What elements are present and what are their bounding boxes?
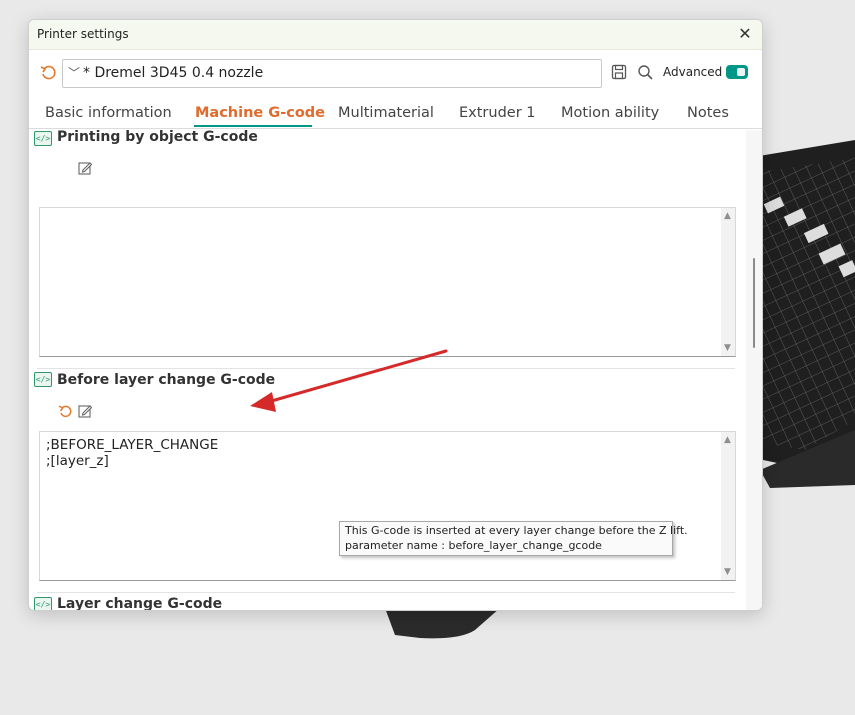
scrollbar-thumb[interactable] [753,258,755,348]
printing-by-object-gcode-editor[interactable]: ▲ ▼ [39,207,736,357]
tab-bar: Basic information Machine G-code Multima… [29,102,762,129]
divider [37,368,735,369]
reset-icon[interactable] [58,404,72,418]
code-icon: </> [34,372,52,387]
tooltip-parameter-name: parameter name : before_layer_change_gco… [345,539,602,552]
close-button[interactable]: ✕ [734,23,756,45]
search-icon[interactable] [637,64,653,80]
active-tab-indicator [194,125,312,127]
screen: Printer settings ✕ ﹀ * Dremel 3D45 0.4 n… [0,0,855,715]
before-layer-change-gcode-editor[interactable]: ;BEFORE_LAYER_CHANGE ;[layer_z] ▲ ▼ [39,431,736,581]
tab-basic-information[interactable]: Basic information [45,105,172,121]
save-icon[interactable] [611,64,627,80]
tab-motion-ability[interactable]: Motion ability [561,105,659,121]
before-layer-change-gcode-text: ;BEFORE_LAYER_CHANGE ;[layer_z] [46,437,219,469]
title-bar: Printer settings ✕ [29,20,762,50]
editor-scrollbar[interactable]: ▲ ▼ [721,208,735,356]
toggle-knob [737,68,745,76]
section-title-layer-change: Layer change G-code [57,596,223,610]
content-scrollbar[interactable] [746,130,762,610]
window-title: Printer settings [37,27,129,41]
preset-row: ﹀ * Dremel 3D45 0.4 nozzle Advanced [29,58,762,90]
code-icon: </> [34,131,52,146]
advanced-label: Advanced [663,65,723,79]
section-title-printing-by-object: Printing by object G-code [57,130,258,145]
tooltip-description: This G-code is inserted at every layer c… [345,524,688,537]
undo-icon[interactable] [40,64,56,80]
edit-icon[interactable] [78,404,92,418]
advanced-toggle[interactable] [726,65,748,79]
code-icon: </> [34,597,52,610]
scroll-up-icon[interactable]: ▲ [724,211,731,221]
tab-notes[interactable]: Notes [687,105,729,121]
section-title-before-layer-change: Before layer change G-code [57,372,276,388]
edit-icon[interactable] [78,161,92,175]
tab-machine-gcode[interactable]: Machine G-code [195,105,325,121]
chevron-down-icon: ﹀ [68,66,81,80]
close-icon: ✕ [738,24,752,43]
scroll-down-icon[interactable]: ▼ [724,567,731,577]
preset-dropdown[interactable]: ﹀ * Dremel 3D45 0.4 nozzle [62,59,602,88]
scroll-down-icon[interactable]: ▼ [724,343,731,353]
tab-multimaterial[interactable]: Multimaterial [338,105,434,121]
editor-scrollbar[interactable]: ▲ ▼ [721,432,735,580]
divider [37,592,735,593]
scroll-up-icon[interactable]: ▲ [724,435,731,445]
parameter-tooltip: This G-code is inserted at every layer c… [339,521,688,556]
preset-name: * Dremel 3D45 0.4 nozzle [83,65,264,81]
tab-extruder-1[interactable]: Extruder 1 [459,105,536,121]
